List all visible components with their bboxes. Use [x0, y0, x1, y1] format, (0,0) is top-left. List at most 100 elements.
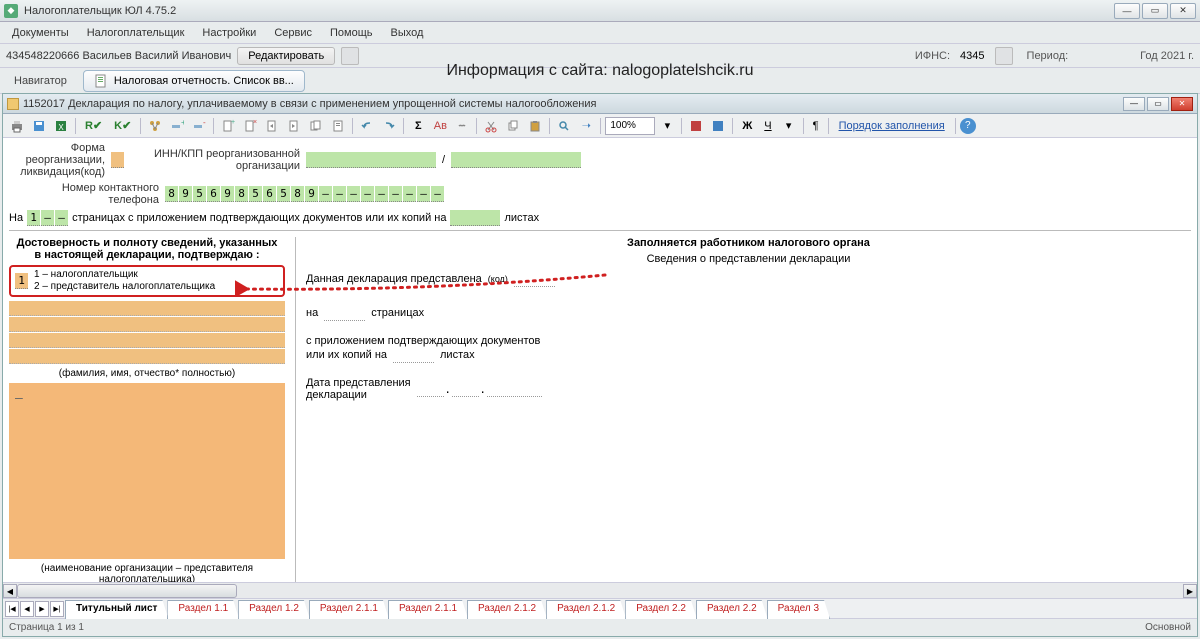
fill-order-link[interactable]: Порядок заполнения	[833, 120, 951, 132]
phone-label: Номер контактного телефона	[9, 182, 159, 206]
tab-section-2-1-1a[interactable]: Раздел 2.1.1	[309, 600, 389, 619]
tab-section-2-1-1b[interactable]: Раздел 2.1.1	[388, 600, 468, 619]
copy-icon[interactable]	[503, 116, 523, 136]
doc-title: 1152017 Декларация по налогу, уплачиваем…	[23, 98, 1121, 110]
page-nav1-icon[interactable]	[262, 116, 282, 136]
attach-label: с приложением подтверждающих документов	[306, 335, 1191, 347]
tabstrip: |◀ ◀ ▶ ▶| Титульный лист Раздел 1.1 Разд…	[3, 598, 1197, 618]
year-label: Год 2021 г.	[1140, 50, 1194, 62]
tab-section-1-1[interactable]: Раздел 1.1	[167, 600, 239, 619]
tab-section-2-2b[interactable]: Раздел 2.2	[696, 600, 768, 619]
tab-first-icon[interactable]: |◀	[5, 601, 19, 617]
row-add-icon[interactable]: +	[167, 116, 187, 136]
ab-icon[interactable]: Aв	[430, 116, 450, 136]
nav-active-tab[interactable]: Налоговая отчетность. Список вв...	[83, 70, 305, 92]
fio-line-4[interactable]	[9, 349, 285, 364]
tree-icon[interactable]	[145, 116, 165, 136]
doc-maximize-button[interactable]: ▭	[1147, 97, 1169, 111]
scroll-thumb[interactable]	[17, 584, 237, 598]
menu-settings[interactable]: Настройки	[194, 25, 264, 41]
tab-section-2-2a[interactable]: Раздел 2.2	[625, 600, 697, 619]
redo-icon[interactable]	[379, 116, 399, 136]
fio-line-3[interactable]	[9, 333, 285, 348]
reorg-label: Форма реорганизации, ликвидация(код)	[9, 142, 105, 178]
page-copy-icon[interactable]	[306, 116, 326, 136]
menu-service[interactable]: Сервис	[266, 25, 320, 41]
pilcrow-button[interactable]: ¶	[808, 116, 824, 136]
undo-icon[interactable]	[357, 116, 377, 136]
bold-button[interactable]: Ж	[737, 116, 757, 136]
cut-icon[interactable]	[481, 116, 501, 136]
tab-prev-icon[interactable]: ◀	[20, 601, 34, 617]
scroll-left-icon[interactable]: ◀	[3, 584, 17, 598]
menubar: Документы Налогоплательщик Настройки Сер…	[0, 22, 1200, 44]
tab-last-icon[interactable]: ▶|	[50, 601, 64, 617]
app-title: Налогоплательщик ЮЛ 4.75.2	[24, 5, 1114, 17]
ifns-value: 4345	[960, 50, 984, 62]
inn-field[interactable]	[306, 152, 436, 168]
attach-pages-field[interactable]	[450, 210, 500, 226]
page-add-icon[interactable]: +	[218, 116, 238, 136]
page-del-icon[interactable]: ×	[240, 116, 260, 136]
kpp-field[interactable]	[451, 152, 581, 168]
rep-name-field[interactable]: –	[9, 383, 285, 559]
rv-button[interactable]: R✔	[80, 116, 107, 136]
find-icon[interactable]	[554, 116, 574, 136]
doc-close-button[interactable]: ✕	[1171, 97, 1193, 111]
fio-line-2[interactable]	[9, 317, 285, 332]
close-button[interactable]: ✕	[1170, 3, 1196, 19]
tab-title-page[interactable]: Титульный лист	[65, 600, 168, 619]
menu-documents[interactable]: Документы	[4, 25, 77, 41]
dropdown-icon[interactable]: ▾	[779, 116, 799, 136]
zoom-input[interactable]: 100%	[605, 117, 655, 135]
right-sub: Сведения о представлении декларации	[306, 253, 1191, 265]
pages-label: страницах	[371, 307, 424, 319]
status-mode: Основной	[1145, 622, 1191, 633]
menu-exit[interactable]: Выход	[383, 25, 432, 41]
tab-section-3[interactable]: Раздел 3	[767, 600, 830, 619]
paste-icon[interactable]	[525, 116, 545, 136]
page-list-icon[interactable]	[328, 116, 348, 136]
help-icon[interactable]: ?	[960, 118, 976, 134]
fio-line-1[interactable]	[9, 301, 285, 316]
sheets-label: листах	[440, 349, 475, 361]
reorg-code-field[interactable]	[111, 152, 124, 168]
excel-icon[interactable]: X	[51, 116, 71, 136]
goto-icon[interactable]: ➝	[576, 116, 596, 136]
maximize-button[interactable]: ▭	[1142, 3, 1168, 19]
copies-field	[393, 347, 434, 363]
chain-icon[interactable]	[452, 116, 472, 136]
date-present-label: Дата представления декларации	[306, 377, 411, 401]
print-icon[interactable]	[7, 116, 27, 136]
doc-minimize-button[interactable]: —	[1123, 97, 1145, 111]
palette1-icon[interactable]	[686, 116, 706, 136]
menu-taxpayer[interactable]: Налогоплательщик	[79, 25, 193, 41]
kv-button[interactable]: K✔	[109, 116, 136, 136]
tab-next-icon[interactable]: ▶	[35, 601, 49, 617]
tab-section-2-1-2b[interactable]: Раздел 2.1.2	[546, 600, 626, 619]
pages-count-field[interactable]: 1––	[27, 210, 68, 226]
palette2-icon[interactable]	[708, 116, 728, 136]
phone-field[interactable]: 89569856589–––––––––	[165, 186, 444, 202]
tab-section-2-1-2a[interactable]: Раздел 2.1.2	[467, 600, 547, 619]
scroll-right-icon[interactable]: ▶	[1183, 584, 1197, 598]
navigator-label[interactable]: Навигатор	[6, 73, 75, 89]
edit-button[interactable]: Редактировать	[237, 47, 335, 65]
ellipsis-button[interactable]	[341, 47, 359, 65]
horizontal-scrollbar[interactable]: ◀ ▶	[3, 582, 1197, 598]
pages-text2: листах	[504, 212, 539, 224]
save-icon[interactable]	[29, 116, 49, 136]
page-nav2-icon[interactable]	[284, 116, 304, 136]
menu-help[interactable]: Помощь	[322, 25, 381, 41]
on-label: на	[306, 307, 318, 319]
ifns-picker[interactable]	[995, 47, 1013, 65]
tab-section-1-2[interactable]: Раздел 1.2	[238, 600, 310, 619]
svg-text:×: ×	[253, 119, 257, 126]
row-del-icon[interactable]: -	[189, 116, 209, 136]
svg-text:X: X	[58, 123, 64, 132]
minimize-button[interactable]: —	[1114, 3, 1140, 19]
underline-button[interactable]: Ч	[759, 116, 776, 136]
zoom-dropdown-icon[interactable]: ▾	[657, 116, 677, 136]
signer-code-field[interactable]: 1	[15, 273, 28, 289]
sum-icon[interactable]: Σ	[408, 116, 428, 136]
